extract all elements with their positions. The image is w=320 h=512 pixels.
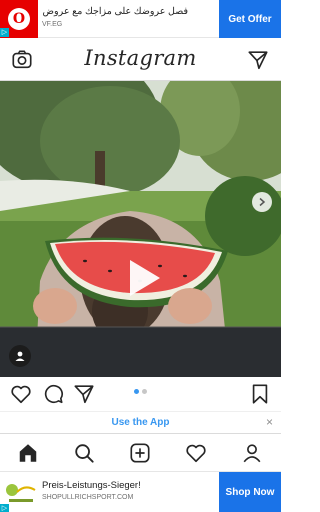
- chevron-right-icon: [259, 197, 266, 207]
- adchoices-icon[interactable]: ▷: [0, 28, 9, 37]
- use-the-app-banner: Use the App ×: [0, 411, 281, 433]
- ullrich-sport-logo: [6, 484, 36, 502]
- dog-with-watermelon-image: [0, 81, 281, 377]
- user-tag-icon: [15, 351, 25, 361]
- play-icon[interactable]: [118, 254, 166, 302]
- vodafone-logo-glyph: O: [12, 11, 26, 27]
- post-media[interactable]: [0, 81, 281, 377]
- home-icon[interactable]: [17, 442, 39, 464]
- post-actions: [0, 377, 281, 411]
- tagged-users-button[interactable]: [9, 345, 31, 367]
- instagram-header: Instagram: [0, 38, 281, 81]
- ad-source: VF.EG: [42, 21, 63, 28]
- bottom-ad-banner[interactable]: Preis-Leistungs-Sieger! SHOPULLRICHSPORT…: [0, 471, 281, 512]
- activity-heart-icon[interactable]: [185, 442, 207, 464]
- direct-send-icon[interactable]: [247, 49, 269, 71]
- add-post-icon[interactable]: [129, 442, 151, 464]
- use-the-app-link[interactable]: Use the App: [0, 417, 281, 428]
- comment-icon[interactable]: [42, 383, 64, 405]
- profile-icon[interactable]: [241, 442, 263, 464]
- close-icon[interactable]: ×: [266, 416, 273, 428]
- instagram-logo[interactable]: Instagram: [0, 46, 281, 70]
- top-ad-banner[interactable]: O ▷ فصل عروضك على مزاجك مع عروض 365 VF.E…: [0, 0, 281, 38]
- ad-title: Preis-Leistungs-Sieger!: [42, 480, 141, 491]
- bottom-navigation: [0, 433, 281, 471]
- carousel-indicator: [134, 389, 147, 394]
- bookmark-icon[interactable]: [249, 383, 271, 405]
- adchoices-icon[interactable]: ▷: [0, 504, 9, 512]
- share-icon[interactable]: [73, 383, 95, 405]
- get-offer-button[interactable]: Get Offer: [219, 0, 281, 38]
- shop-now-button[interactable]: Shop Now: [219, 472, 281, 512]
- ad-headline: فصل عروضك على مزاجك مع عروض 365: [42, 6, 188, 17]
- carousel-dot: [142, 389, 147, 394]
- ad-site: SHOPULLRICHSPORT.COM: [42, 494, 134, 501]
- carousel-dot-active: [134, 389, 139, 394]
- search-icon[interactable]: [73, 442, 95, 464]
- heart-icon[interactable]: [10, 383, 32, 405]
- carousel-next-button[interactable]: [252, 192, 272, 212]
